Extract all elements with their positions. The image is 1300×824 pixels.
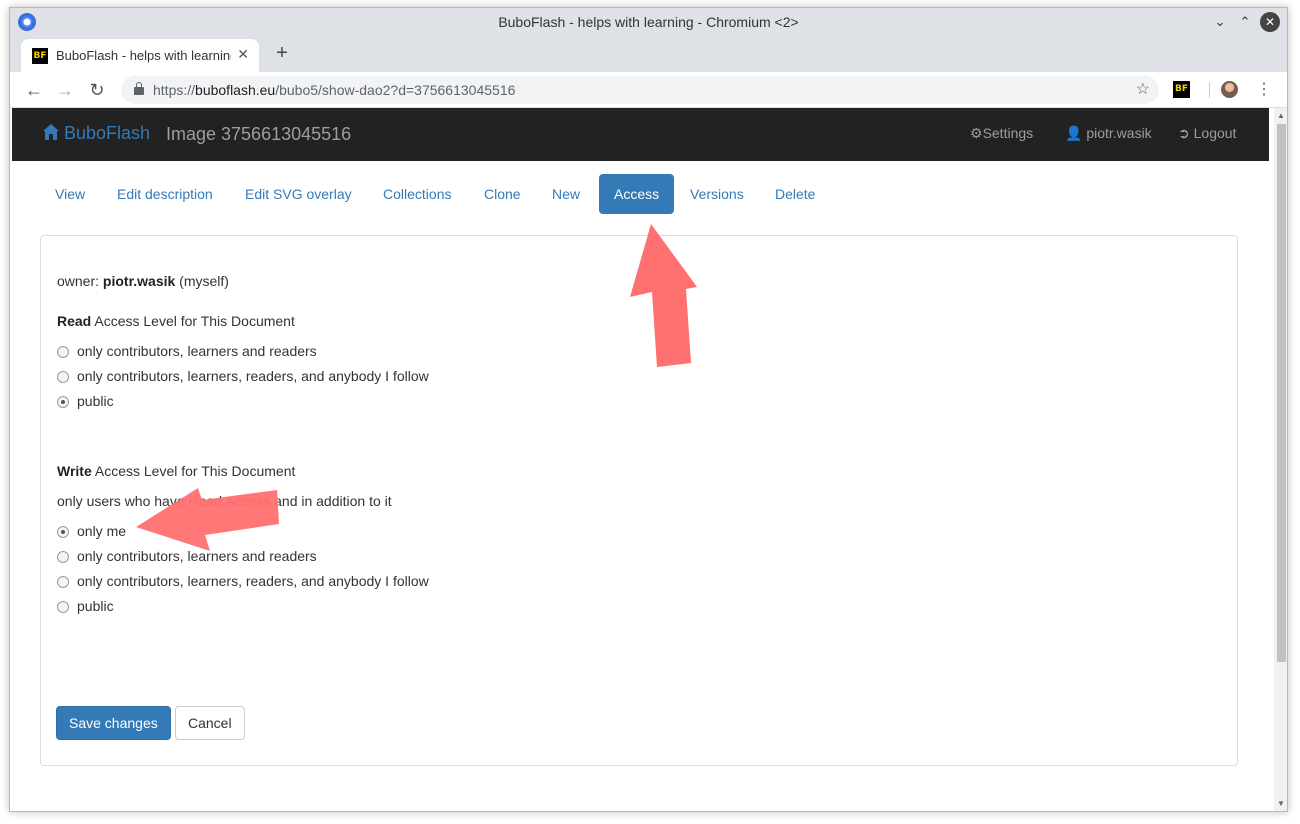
- browser-window: BuboFlash - helps with learning - Chromi…: [9, 7, 1288, 812]
- tab-title: BuboFlash - helps with learning: [56, 48, 231, 63]
- lock-icon: [134, 82, 144, 95]
- browser-toolbar: ← → ↻ https://buboflash.eu/bubo5/show-da…: [10, 72, 1287, 108]
- tab-collections[interactable]: Collections: [368, 174, 466, 214]
- forward-icon[interactable]: →: [53, 78, 77, 102]
- owner-line: owner: piotr.wasik (myself): [57, 273, 229, 289]
- close-window-icon[interactable]: ✕: [1260, 12, 1280, 32]
- scrollbar-thumb[interactable]: [1277, 124, 1286, 662]
- site-navbar: BuboFlash Image 3756613045516 ⚙Settings …: [12, 108, 1269, 161]
- page-title: Image 3756613045516: [166, 124, 352, 144]
- tab-new[interactable]: New: [537, 174, 595, 214]
- scroll-down-icon[interactable]: ▼: [1277, 799, 1285, 808]
- access-panel: owner: piotr.wasik (myself) Read Access …: [40, 235, 1238, 766]
- tab-clone[interactable]: Clone: [469, 174, 536, 214]
- browser-tab[interactable]: BF BuboFlash - helps with learning ✕: [21, 39, 259, 72]
- minimize-icon[interactable]: ⌄: [1210, 12, 1230, 32]
- radio-button[interactable]: [57, 551, 69, 563]
- buboflash-extension-icon[interactable]: BF: [1173, 81, 1190, 98]
- tab-edit-svg-overlay[interactable]: Edit SVG overlay: [230, 174, 367, 214]
- tab-edit-description[interactable]: Edit description: [102, 174, 228, 214]
- logout-icon: ➲: [1178, 125, 1190, 141]
- window-title: BuboFlash - helps with learning - Chromi…: [498, 14, 799, 30]
- page-viewport: BuboFlash Image 3756613045516 ⚙Settings …: [10, 108, 1287, 811]
- radio-button[interactable]: [57, 601, 69, 613]
- tab-access[interactable]: Access: [599, 174, 674, 214]
- back-icon[interactable]: ←: [22, 78, 46, 102]
- radio-button[interactable]: [57, 576, 69, 588]
- browser-menu-icon[interactable]: ⋮: [1256, 81, 1272, 98]
- radio-button[interactable]: [57, 371, 69, 383]
- toolbar-divider: [1209, 82, 1210, 98]
- tab-delete[interactable]: Delete: [760, 174, 830, 214]
- settings-link[interactable]: ⚙Settings: [970, 125, 1033, 142]
- cancel-button[interactable]: Cancel: [175, 706, 245, 740]
- maximize-icon[interactable]: ⌃: [1235, 12, 1255, 32]
- radio-button[interactable]: [57, 346, 69, 358]
- gear-icon: ⚙: [970, 125, 983, 141]
- title-bar: BuboFlash - helps with learning - Chromi…: [10, 8, 1287, 37]
- read-access-heading: Read Access Level for This Document: [57, 313, 295, 329]
- bookmark-star-icon[interactable]: ☆: [1136, 79, 1150, 99]
- logout-link[interactable]: ➲ Logout: [1178, 125, 1236, 142]
- new-tab-icon[interactable]: +: [272, 42, 292, 65]
- url-text: https://buboflash.eu/bubo5/show-dao2?d=3…: [153, 82, 516, 98]
- radio-button-selected[interactable]: [57, 526, 69, 538]
- tab-versions[interactable]: Versions: [675, 174, 759, 214]
- user-icon: 👤: [1065, 125, 1083, 141]
- save-changes-button[interactable]: Save changes: [56, 706, 171, 740]
- tab-strip: BF BuboFlash - helps with learning ✕ +: [10, 37, 1287, 72]
- close-tab-icon[interactable]: ✕: [237, 46, 249, 63]
- address-bar[interactable]: https://buboflash.eu/bubo5/show-dao2?d=3…: [121, 76, 1159, 104]
- write-access-heading: Write Access Level for This Document: [57, 463, 296, 479]
- radio-button-selected[interactable]: [57, 396, 69, 408]
- profile-avatar-icon[interactable]: [1221, 81, 1238, 98]
- brand-link[interactable]: BuboFlash: [42, 123, 150, 144]
- vertical-scrollbar[interactable]: ▲ ▼: [1274, 108, 1287, 811]
- write-access-note: only users who have Read Access and in a…: [57, 493, 392, 509]
- tab-view[interactable]: View: [40, 174, 100, 214]
- buboflash-favicon-icon: BF: [32, 48, 48, 64]
- home-icon: [43, 124, 59, 140]
- scroll-up-icon[interactable]: ▲: [1277, 111, 1285, 120]
- reload-icon[interactable]: ↻: [85, 78, 109, 102]
- user-link[interactable]: 👤 piotr.wasik: [1065, 125, 1152, 142]
